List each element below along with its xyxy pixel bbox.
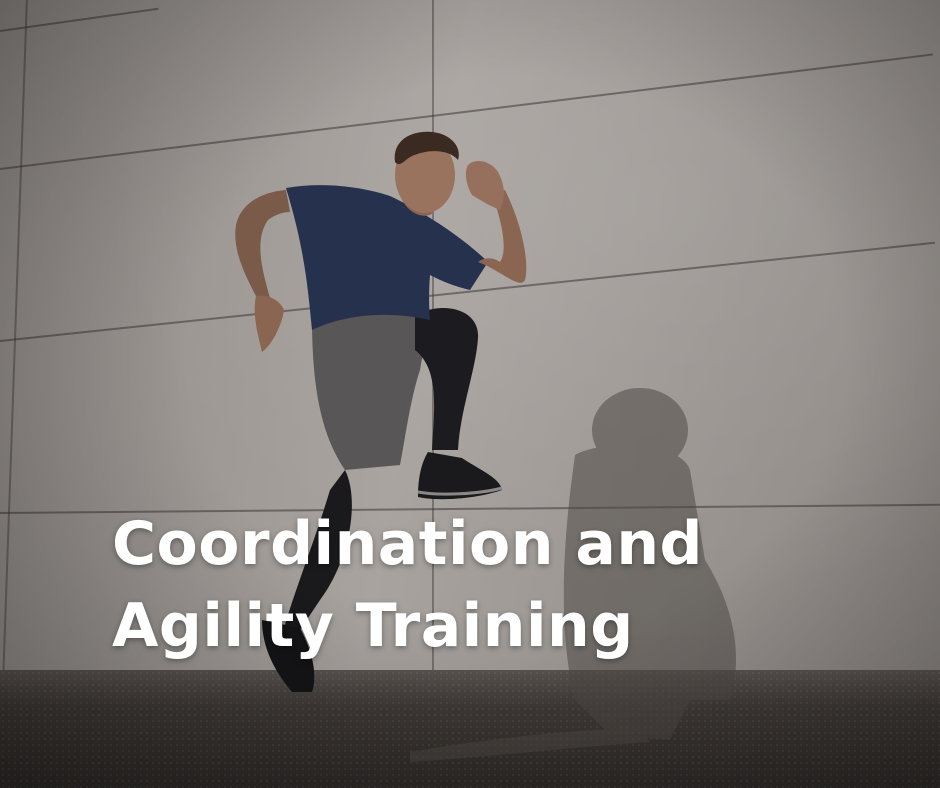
headline: Coordination and Agility Training bbox=[112, 503, 703, 667]
athlete-illustration bbox=[235, 131, 736, 762]
headline-line-1: Coordination and bbox=[112, 509, 704, 579]
headline-line-2: Agility Training bbox=[112, 591, 634, 661]
photo-scene: Coordination and Agility Training bbox=[0, 0, 940, 788]
